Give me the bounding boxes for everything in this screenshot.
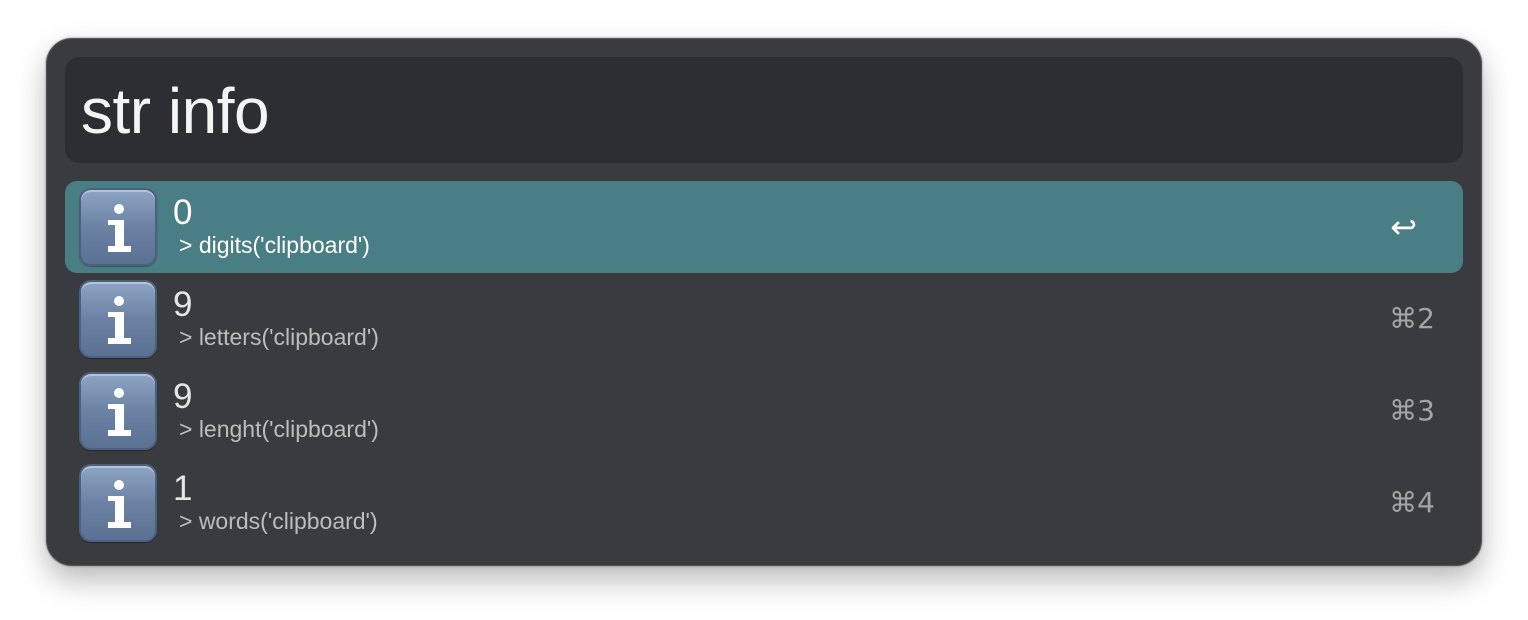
shortcut-label: ⌘2 <box>1389 302 1435 335</box>
result-title: 0 <box>173 193 193 232</box>
info-icon <box>79 372 157 450</box>
result-row-words[interactable]: 1 > words('clipboard') ⌘4 <box>65 457 1463 549</box>
result-title: 1 <box>173 469 193 508</box>
result-row-digits[interactable]: 0 > digits('clipboard') ↩ <box>65 181 1463 273</box>
result-subtitle: > words('clipboard') <box>179 508 378 534</box>
results-list: 0 > digits('clipboard') ↩ 9 > letters('c… <box>65 181 1463 549</box>
info-icon <box>79 280 157 358</box>
info-icon <box>79 188 157 266</box>
result-title: 9 <box>173 285 193 324</box>
result-row-length[interactable]: 9 > lenght('clipboard') ⌘3 <box>65 365 1463 457</box>
info-icon <box>79 464 157 542</box>
result-subtitle: > letters('clipboard') <box>179 324 379 350</box>
result-subtitle: > lenght('clipboard') <box>179 416 379 442</box>
result-title: 9 <box>173 377 193 416</box>
result-subtitle: > digits('clipboard') <box>179 232 370 258</box>
search-field[interactable]: str info <box>65 57 1463 163</box>
search-query[interactable]: str info <box>81 73 270 149</box>
shortcut-label: ⌘3 <box>1389 394 1435 427</box>
shortcut-label: ⌘4 <box>1389 486 1435 519</box>
result-row-letters[interactable]: 9 > letters('clipboard') ⌘2 <box>65 273 1463 365</box>
launcher-window: str info 0 > digits('clipboard') ↩ 9 > l… <box>46 38 1482 566</box>
return-key-icon: ↩ <box>1390 208 1417 246</box>
